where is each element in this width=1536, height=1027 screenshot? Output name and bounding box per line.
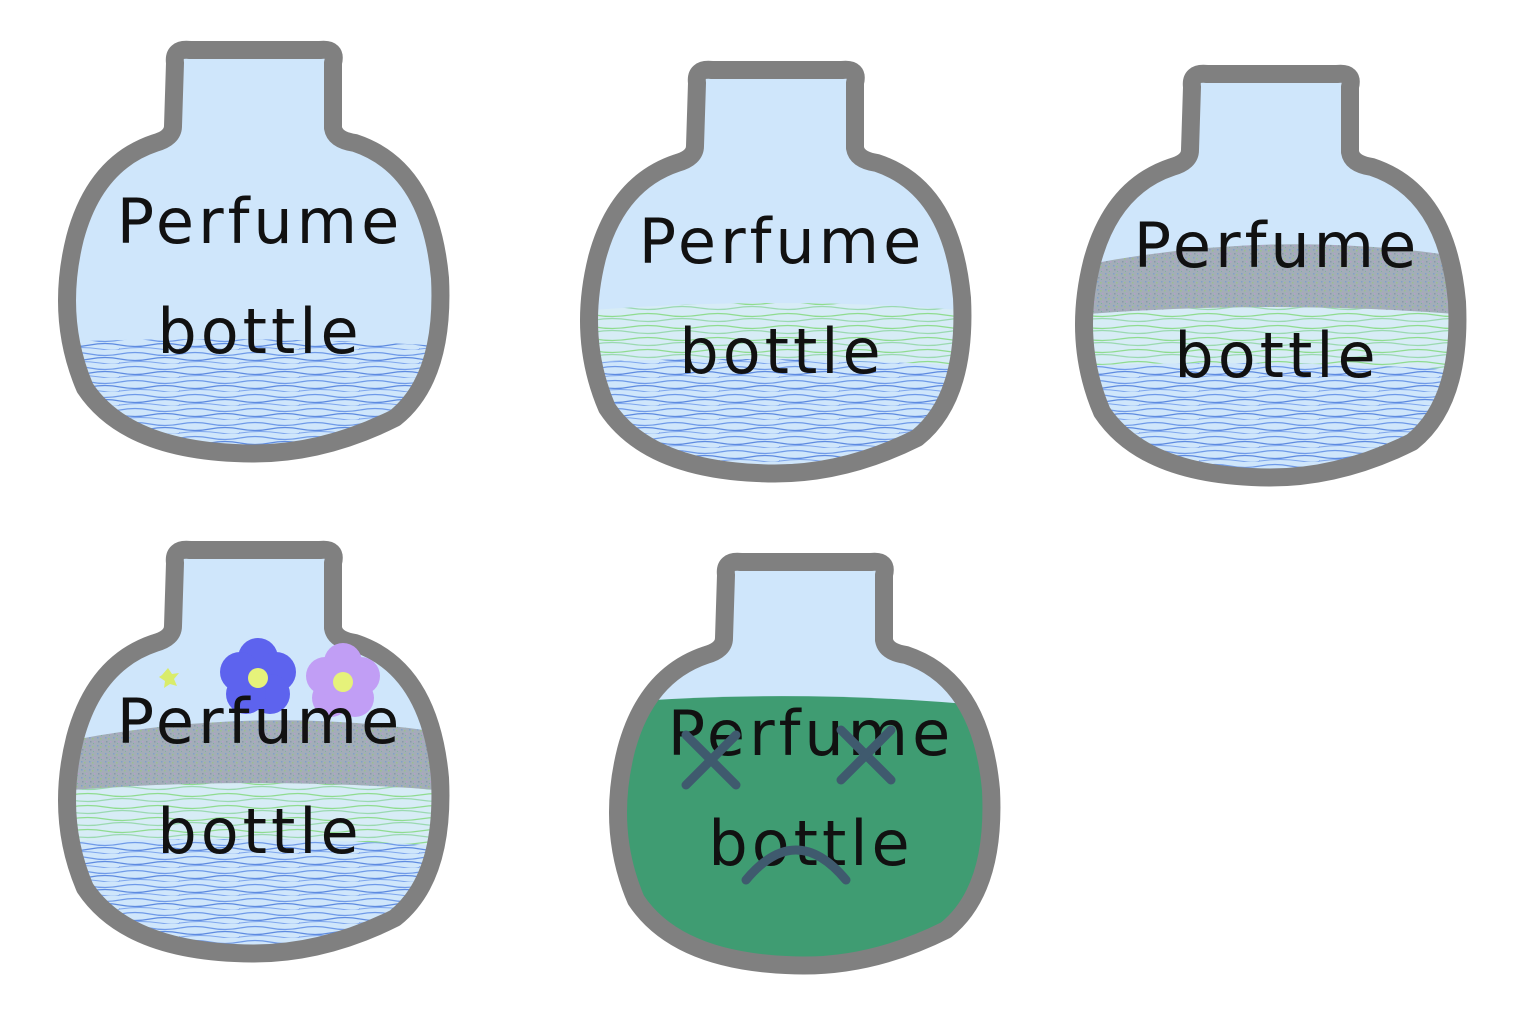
perfume-bottle: Perfume bottle	[580, 60, 972, 483]
bottle-label-line1: Perfume	[117, 685, 403, 758]
perfume-bottles-drawing: Perfume bottle Perfume bottle Perfume bottle P…	[58, 40, 1467, 975]
bottle-label-line2: bottle	[708, 807, 913, 880]
bottle-label-line2: bottle	[679, 315, 884, 388]
perfume-bottle: Perfume bottle	[1075, 64, 1467, 487]
bottle-label-line1: Perfume	[1134, 209, 1420, 282]
perfume-bottle: Perfume bottle	[58, 40, 450, 463]
bottle-label-line1: Perfume	[639, 205, 925, 278]
bottle-label-line2: bottle	[157, 795, 362, 868]
bottle-label-line2: bottle	[157, 295, 362, 368]
perfume-bottle: Perfume bottle	[58, 540, 450, 963]
bottle-label-line1: Perfume	[117, 185, 403, 258]
perfume-bottle: Perfumebottle	[609, 552, 1001, 975]
bottle-label-line2: bottle	[1174, 319, 1379, 392]
